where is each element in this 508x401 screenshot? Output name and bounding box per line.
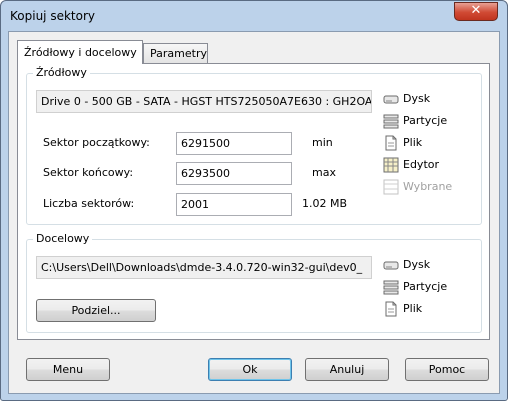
- dialog-body: Źródłowy i docelowy Parametry Źródłowy D…: [8, 31, 500, 394]
- destination-option-partitions-label: Partycje: [403, 280, 448, 293]
- source-group: Źródłowy Drive 0 - 500 GB - SATA - HGST …: [26, 66, 482, 225]
- ok-button[interactable]: Ok: [208, 358, 292, 381]
- partitions-icon: [383, 280, 399, 295]
- help-button[interactable]: Pomoc: [405, 358, 489, 381]
- disk-icon: [383, 261, 399, 270]
- disk-icon: [383, 95, 399, 104]
- destination-group-label: Docelowy: [33, 232, 93, 245]
- selected-icon: [383, 179, 399, 195]
- window-title: Kopiuj sektory: [10, 9, 95, 23]
- tab-parameters[interactable]: Parametry: [143, 43, 208, 64]
- end-sector-input[interactable]: 6293500: [176, 162, 292, 185]
- start-unit-label: min: [312, 136, 333, 149]
- source-drive-field[interactable]: Drive 0 - 500 GB - SATA - HGST HTS725050…: [36, 90, 372, 113]
- title-bar[interactable]: Kopiuj sektory ✕: [1, 1, 507, 31]
- copy-sectors-dialog: Kopiuj sektory ✕ Źródłowy i docelowy Par…: [0, 0, 508, 401]
- start-sector-label: Sektor początkowy:: [43, 136, 150, 149]
- menu-button[interactable]: Menu: [26, 358, 110, 381]
- tab-panel: Źródłowy Drive 0 - 500 GB - SATA - HGST …: [17, 63, 490, 340]
- close-button[interactable]: ✕: [454, 2, 498, 21]
- file-icon: [385, 301, 397, 317]
- cancel-button[interactable]: Anuluj: [305, 358, 389, 381]
- editor-icon: [383, 157, 399, 173]
- start-sector-input[interactable]: 6291500: [176, 132, 292, 155]
- source-option-selected-label: Wybrane: [403, 180, 453, 193]
- destination-path-field[interactable]: C:\Users\Dell\Downloads\dmde-3.4.0.720-w…: [36, 256, 372, 279]
- file-icon: [385, 135, 397, 151]
- end-sector-label: Sektor końcowy:: [43, 166, 134, 179]
- partitions-icon: [383, 114, 399, 129]
- source-option-partitions-label: Partycje: [403, 114, 448, 127]
- sector-count-size: 1.02 MB: [302, 197, 348, 210]
- end-unit-label: max: [312, 166, 336, 179]
- split-button[interactable]: Podziel...: [36, 299, 156, 322]
- destination-option-disk-label: Dysk: [403, 258, 431, 271]
- destination-group: Docelowy C:\Users\Dell\Downloads\dmde-3.…: [26, 232, 482, 333]
- destination-option-file-label: Plik: [403, 302, 423, 315]
- source-option-disk-label: Dysk: [403, 92, 431, 105]
- sector-count-label: Liczba sektorów:: [43, 197, 135, 210]
- source-option-editor-label: Edytor: [403, 158, 440, 171]
- sector-count-input[interactable]: 2001: [176, 193, 292, 216]
- source-group-label: Źródłowy: [33, 66, 90, 79]
- tab-source-destination[interactable]: Źródłowy i docelowy: [17, 40, 143, 64]
- source-option-file-label: Plik: [403, 136, 423, 149]
